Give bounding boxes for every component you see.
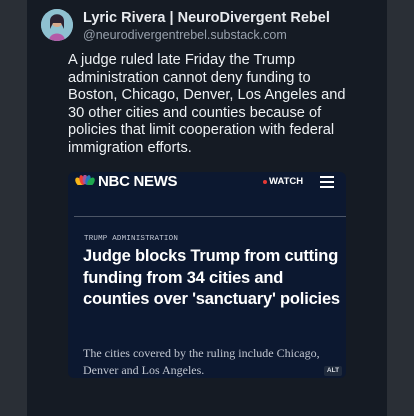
nbc-header-bar: NBC NEWS WATCH	[68, 172, 346, 194]
link-embed-card[interactable]: NBC NEWS WATCH TRUMP ADMINISTRATION Judg…	[68, 172, 346, 378]
author-name[interactable]: Lyric Rivera | NeuroDivergent Rebel	[83, 10, 330, 26]
watch-link[interactable]: WATCH	[263, 176, 303, 187]
article-headline[interactable]: Judge blocks Trump from cutting funding …	[83, 246, 345, 311]
peacock-logo-icon	[75, 175, 95, 189]
post-text: A judge ruled late Friday the Trump admi…	[68, 52, 346, 156]
hamburger-menu-icon[interactable]	[320, 176, 334, 188]
nbc-news-logo: NBC NEWS	[98, 173, 178, 190]
watch-label: WATCH	[269, 176, 304, 187]
embed-divider	[74, 216, 346, 217]
avatar-image-icon	[41, 9, 73, 41]
avatar[interactable]	[41, 9, 73, 41]
alt-text-badge[interactable]: ALT	[324, 366, 342, 376]
article-kicker: TRUMP ADMINISTRATION	[84, 235, 179, 243]
author-handle[interactable]: @neurodivergentrebel.substack.com	[83, 28, 287, 42]
article-subhead: The cities covered by the ruling include…	[83, 346, 320, 377]
